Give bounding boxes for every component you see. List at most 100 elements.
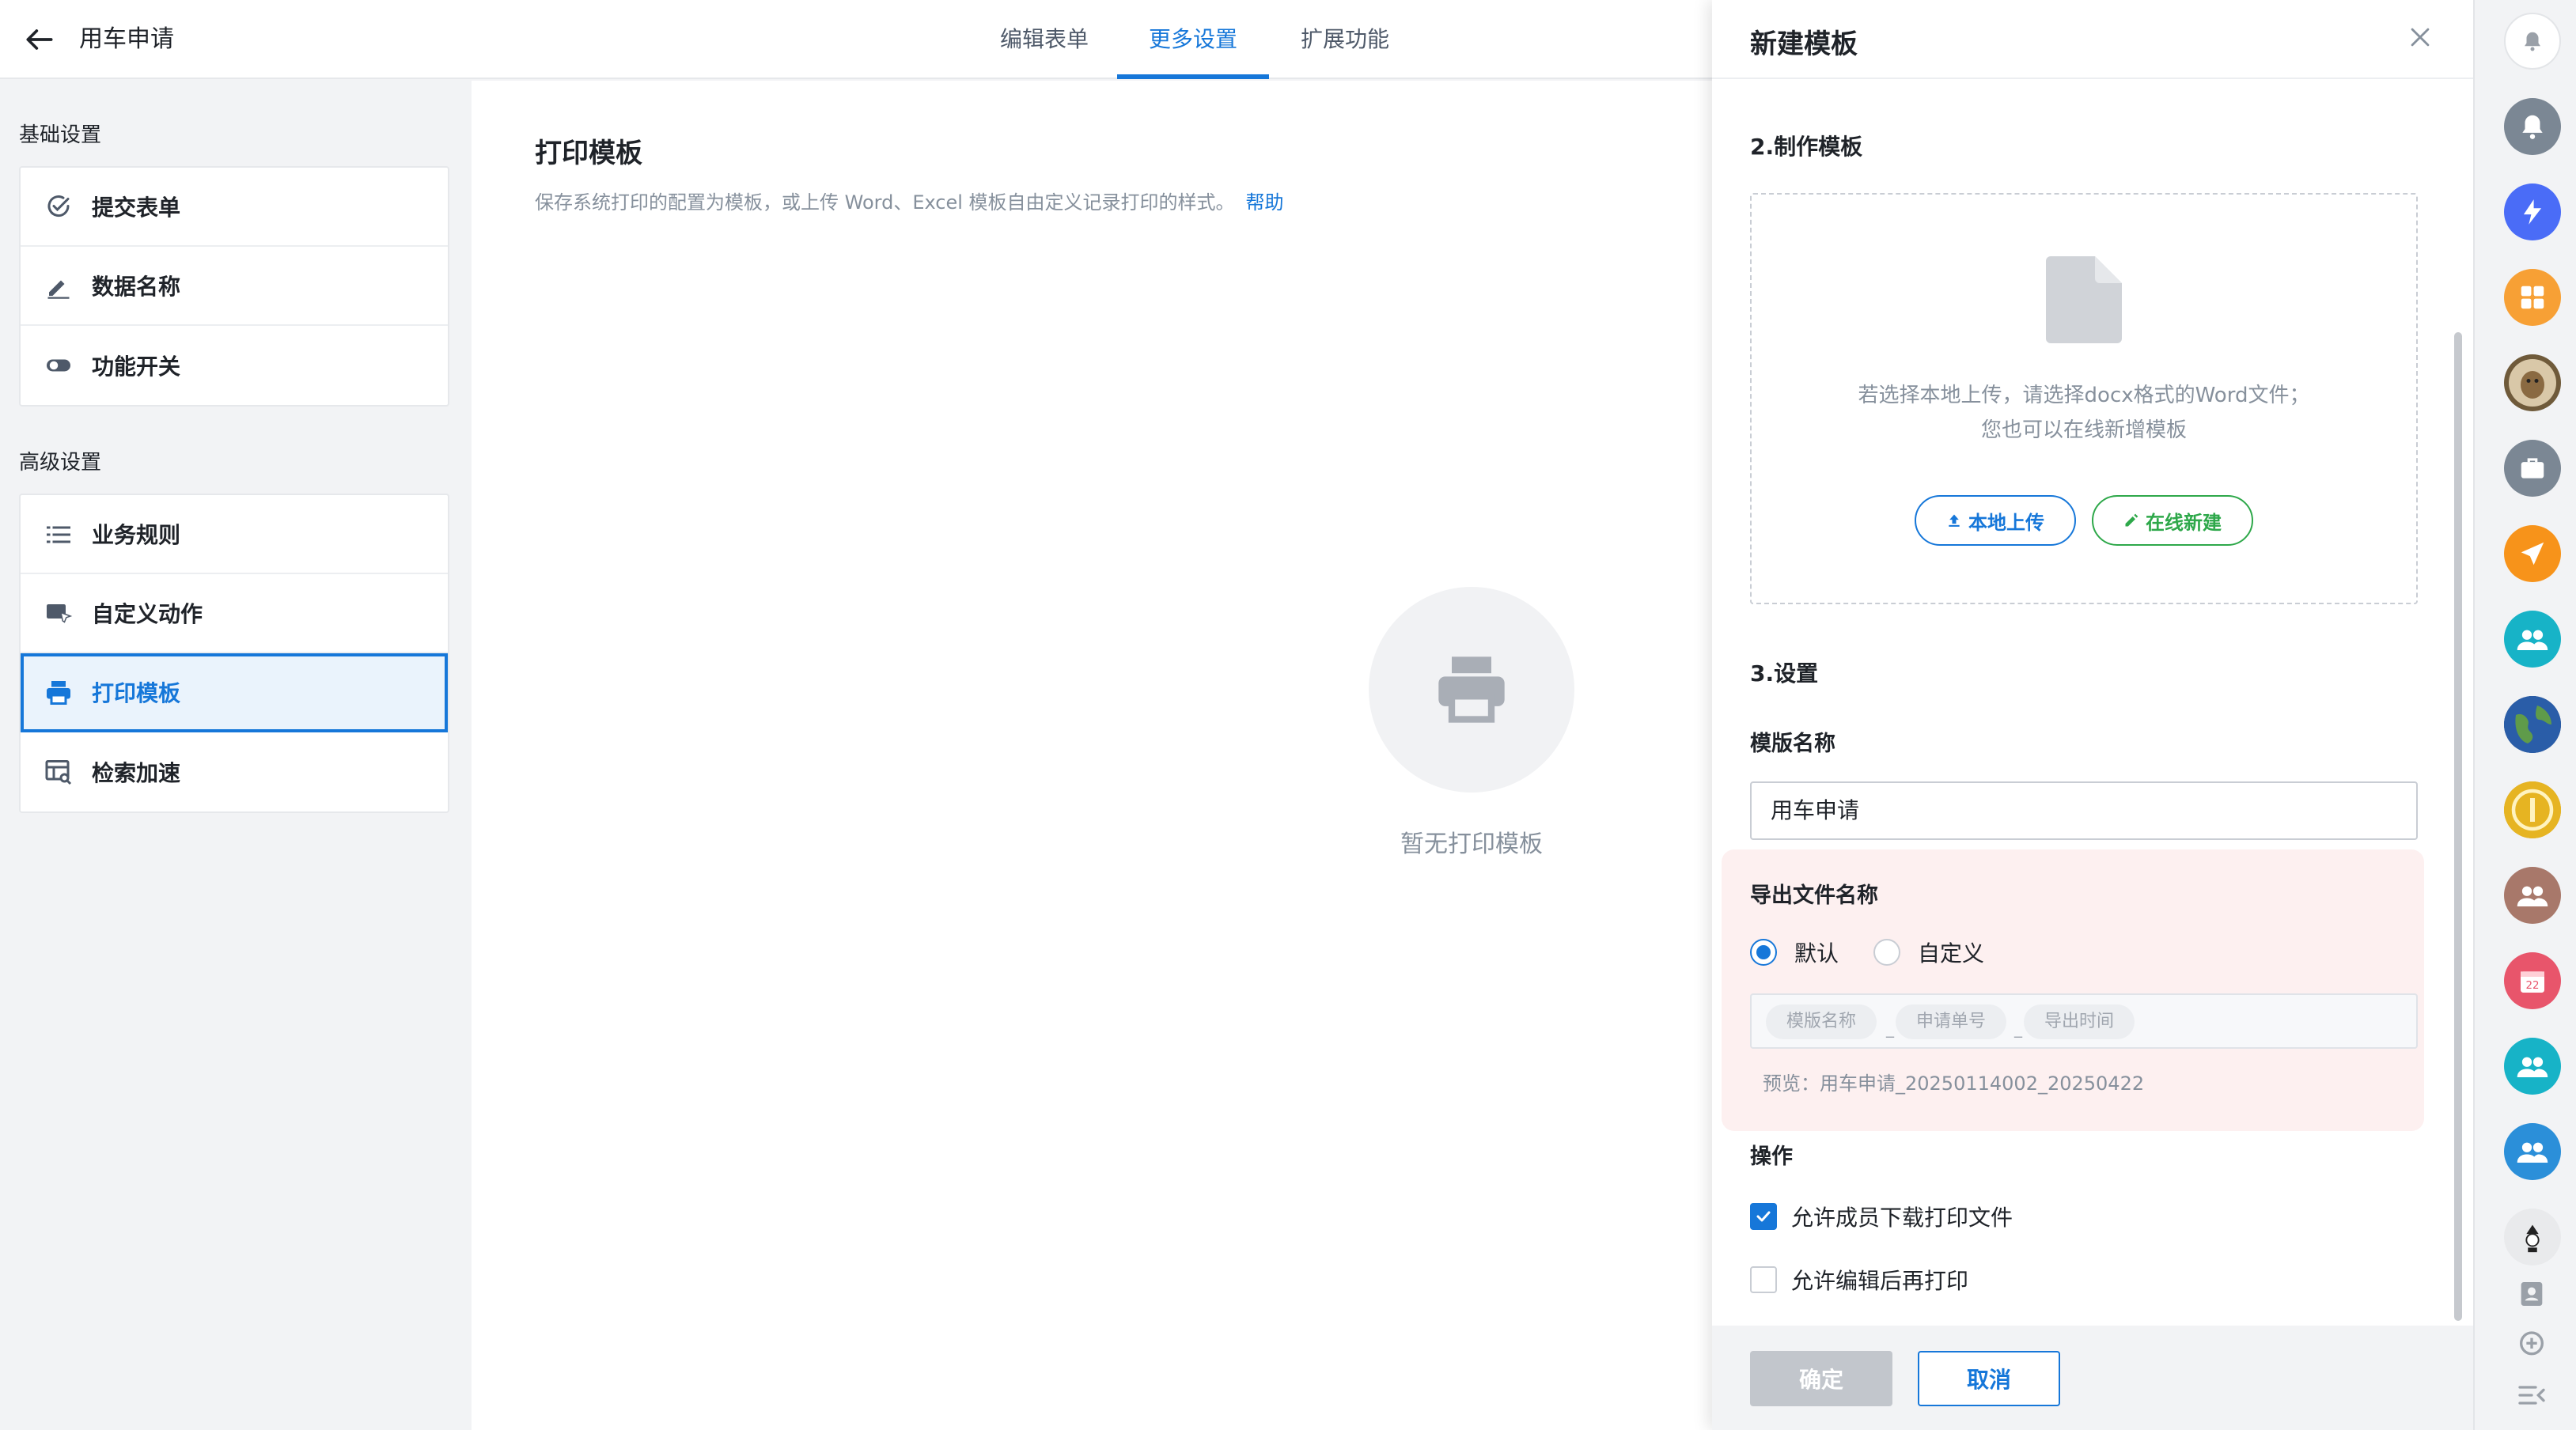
checkbox-box[interactable] — [1750, 1266, 1777, 1293]
section-title-settings: 3.设置 — [1750, 660, 1819, 687]
bell-icon — [2522, 115, 2543, 139]
sidebar-item-label: 数据名称 — [92, 274, 181, 300]
document-icon — [2046, 256, 2122, 343]
dialog-title: 新建模板 — [1750, 28, 1858, 60]
filename-tag: 申请单号 — [1896, 1004, 2007, 1039]
rail-app-grid[interactable] — [2504, 269, 2561, 326]
printer-icon — [1438, 656, 1505, 723]
allow-edit-print-label: 允许编辑后再打印 — [1791, 1268, 1969, 1294]
sidebar-item-business-rules[interactable]: 业务规则 — [21, 495, 448, 574]
confirm-button[interactable]: 确定 — [1750, 1351, 1892, 1406]
calendar-day: 22 — [2526, 980, 2540, 992]
sidebar-item-print-template[interactable]: 打印模板 — [21, 653, 448, 732]
rail-app-send[interactable] — [2504, 525, 2561, 582]
upload-dropzone[interactable]: 若选择本地上传，请选择docx格式的Word文件； 您也可以在线新增模板 本地上… — [1750, 193, 2418, 604]
template-name-input[interactable]: 用车申请 — [1750, 781, 2418, 840]
group-title-advanced: 高级设置 — [19, 451, 102, 475]
app-rail: 22 — [2473, 0, 2576, 1430]
tag-separator: _ — [1886, 1019, 1894, 1038]
lightning-icon — [2523, 199, 2542, 225]
online-create-label: 在线新建 — [2146, 511, 2222, 534]
cancel-button[interactable]: 取消 — [1918, 1351, 2060, 1406]
dialog-scrollbar[interactable] — [2454, 332, 2462, 1321]
app-title: 用车申请 — [79, 25, 174, 53]
sidebar-item-data-name[interactable]: 数据名称 — [21, 247, 448, 326]
tab-more-settings[interactable]: 更多设置 — [1117, 0, 1269, 79]
page-description: 保存系统打印的配置为模板，或上传 Word、Excel 模板自由定义记录打印的样… — [535, 187, 1284, 214]
empty-state-text: 暂无打印模板 — [1400, 830, 1543, 858]
upload-icon — [1949, 514, 1960, 527]
rail-app-spark[interactable] — [2504, 183, 2561, 240]
group-title-basic: 基础设置 — [19, 123, 102, 147]
rail-app-group-1[interactable] — [2504, 611, 2561, 668]
rail-app-group-4[interactable] — [2504, 1123, 2561, 1180]
local-upload-button[interactable]: 本地上传 — [1915, 495, 2076, 546]
rail-user-avatar[interactable] — [2504, 1209, 2561, 1265]
rail-app-medal[interactable] — [2504, 781, 2561, 838]
radio-default-dot[interactable] — [1750, 939, 1777, 966]
rail-app-briefcase[interactable] — [2504, 440, 2561, 497]
checkmark-icon — [1756, 1211, 1771, 1222]
description-text: 保存系统打印的配置为模板，或上传 Word、Excel 模板自由定义记录打印的样… — [535, 191, 1235, 214]
rail-app-animal-avatar[interactable] — [2504, 354, 2561, 411]
tab-extensions[interactable]: 扩展功能 — [1282, 0, 1408, 79]
sidebar-item-feature-switch[interactable]: 功能开关 — [21, 326, 448, 405]
search-table-icon — [45, 760, 72, 785]
collapse-menu-icon[interactable] — [2516, 1379, 2548, 1411]
filename-tag-field: 模版名称 _ 申请单号 _ 导出时间 — [1750, 993, 2418, 1049]
tab-edit-form[interactable]: 编辑表单 — [981, 0, 1108, 79]
checkbox-box[interactable] — [1750, 1203, 1777, 1230]
sidebar-item-label: 检索加速 — [92, 760, 181, 786]
radio-custom-label: 自定义 — [1918, 940, 1985, 967]
local-upload-label: 本地上传 — [1968, 511, 2044, 534]
animal-avatar-icon — [2509, 359, 2556, 407]
help-link[interactable]: 帮助 — [1246, 191, 1284, 214]
notification-button[interactable] — [2504, 13, 2561, 70]
basic-settings-menu: 提交表单 数据名称 功能开关 — [19, 166, 449, 407]
sidebar-item-search-acceleration[interactable]: 检索加速 — [21, 732, 448, 811]
tag-separator: _ — [2014, 1019, 2022, 1038]
radio-custom[interactable]: 自定义 — [1873, 936, 1984, 968]
briefcase-icon — [2521, 458, 2544, 479]
advanced-settings-menu: 业务规则 自定义动作 打印模板 检索加速 — [19, 494, 449, 813]
back-arrow-icon[interactable] — [22, 22, 57, 57]
template-name-label: 模版名称 — [1750, 732, 1835, 756]
toggle-icon — [47, 359, 70, 372]
sidebar-item-label: 功能开关 — [92, 354, 181, 380]
export-filename-label: 导出文件名称 — [1750, 883, 1878, 908]
cursor-window-icon — [47, 604, 73, 623]
dialog-footer: 确定 取消 — [1712, 1326, 2473, 1430]
sidebar-item-label: 业务规则 — [92, 522, 181, 548]
rail-app-calendar[interactable]: 22 — [2504, 952, 2561, 1009]
page-title: 打印模板 — [535, 138, 642, 169]
bell-icon — [2525, 32, 2540, 51]
upload-hint: 若选择本地上传，请选择docx格式的Word文件； 您也可以在线新增模板 — [1752, 378, 2416, 448]
filename-tag: 导出时间 — [2024, 1004, 2135, 1039]
radio-default-label: 默认 — [1794, 940, 1839, 967]
group-icon — [2517, 886, 2548, 906]
add-chat-icon[interactable] — [2516, 1329, 2548, 1360]
active-tab-indicator — [1117, 74, 1269, 79]
rail-app-notifications[interactable] — [2504, 98, 2561, 155]
radio-custom-dot[interactable] — [1873, 939, 1900, 966]
section-title-make-template: 2.制作模板 — [1750, 134, 1863, 160]
allow-edit-print-checkbox[interactable]: 允许编辑后再打印 — [1750, 1264, 1968, 1296]
paper-plane-icon — [2521, 542, 2544, 566]
rail-app-group-2[interactable] — [2504, 867, 2561, 924]
contacts-icon[interactable] — [2516, 1278, 2548, 1310]
allow-download-checkbox[interactable]: 允许成员下载打印文件 — [1750, 1201, 2013, 1232]
radio-default[interactable]: 默认 — [1750, 936, 1839, 968]
sidebar-item-label: 打印模板 — [92, 680, 181, 706]
rail-app-group-3[interactable] — [2504, 1038, 2561, 1095]
list-icon — [47, 526, 70, 543]
upload-hint-line2: 您也可以在线新增模板 — [1980, 418, 2187, 442]
sidebar-item-submit-form[interactable]: 提交表单 — [21, 168, 448, 247]
sidebar-item-custom-action[interactable]: 自定义动作 — [21, 574, 448, 653]
earth-icon — [2504, 696, 2561, 753]
rail-app-globe[interactable] — [2504, 696, 2561, 753]
online-create-button[interactable]: 在线新建 — [2092, 495, 2253, 546]
filename-preview: 预览：用车申请_20250114002_20250422 — [1763, 1072, 2145, 1095]
operations-label: 操作 — [1750, 1144, 1793, 1169]
group-icon — [2517, 630, 2548, 650]
close-icon[interactable] — [2407, 24, 2434, 51]
